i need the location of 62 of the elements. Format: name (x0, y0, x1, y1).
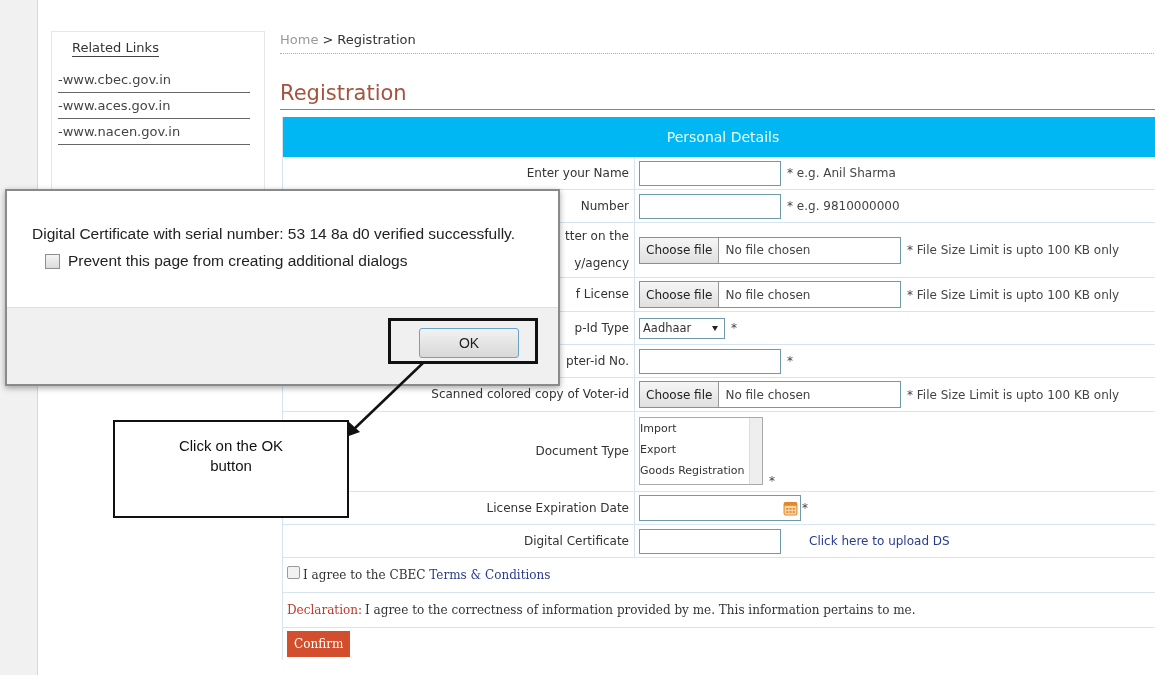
agreement-text: I agree to the CBEC Terms & Conditions (303, 568, 551, 582)
field-label: y/agency (574, 255, 629, 272)
input-field[interactable] (639, 160, 781, 186)
calendar-icon[interactable] (783, 500, 798, 516)
field-hint: * (802, 501, 808, 515)
file-status: No file chosen (724, 386, 812, 404)
input-field[interactable] (639, 528, 781, 554)
checkbox[interactable] (287, 566, 300, 579)
caret-icon (712, 325, 718, 331)
choose-file-button[interactable]: Choose file (640, 237, 720, 263)
file-field[interactable]: Choose file No file chosen (639, 236, 901, 264)
declaration-label: Declaration: (287, 603, 362, 617)
field-label: License Expiration Date (486, 499, 629, 517)
sidebar-link[interactable]: -www.cbec.gov.in (58, 67, 250, 93)
field-label: tter on the (565, 228, 629, 245)
field-hint: * e.g. Anil Sharma (787, 166, 896, 180)
id-type-dropdown[interactable]: Aadhaar (639, 317, 725, 339)
breadcrumb-current: Registration (337, 32, 416, 47)
field-label: Number (580, 197, 629, 215)
field-label: f License (575, 286, 629, 303)
field-hint: * File Size Limit is upto 100 KB only (907, 243, 1120, 257)
page-title: Registration (280, 81, 1155, 110)
ok-button[interactable]: OK (419, 328, 519, 358)
breadcrumb-separator: > (322, 32, 334, 47)
sidebar-link[interactable]: -www.nacen.gov.in (58, 119, 250, 145)
input-field[interactable] (639, 348, 781, 374)
field-label: Document Type (535, 443, 629, 460)
sidebar-link[interactable]: -www.aces.gov.in (58, 93, 250, 119)
terms-link[interactable]: Terms & Conditions (429, 568, 551, 582)
upload-link[interactable]: Click here to upload DS (809, 534, 950, 548)
file-field[interactable]: Choose file No file chosen (639, 281, 901, 308)
input-field[interactable] (639, 193, 781, 219)
list-option[interactable]: Import (640, 418, 749, 439)
list-option[interactable]: Export (640, 439, 749, 460)
section-header: Personal Details (283, 117, 1155, 157)
checkbox[interactable] (45, 253, 60, 269)
file-field[interactable]: Choose file No file chosen (639, 381, 901, 408)
file-status: No file chosen (724, 286, 812, 304)
field-label: p-Id Type (574, 319, 629, 337)
choose-file-button[interactable]: Choose file (640, 382, 720, 407)
dialog-message: Digital Certificate with serial number: 53 14 8a d0 verified successfully. (32, 225, 516, 243)
field-hint: * (769, 474, 775, 488)
field-label: Enter your Name (526, 164, 629, 182)
field-hint: * (787, 354, 793, 368)
confirm-button[interactable]: Confirm (287, 631, 351, 657)
document-type-list[interactable]: Import Export Goods Registration (639, 417, 763, 485)
callout-text: Click on the OK button (113, 420, 349, 518)
choose-file-button[interactable]: Choose file (640, 282, 720, 307)
list-option[interactable]: Goods Registration (640, 460, 749, 481)
field-hint: * e.g. 9810000000 (787, 199, 900, 213)
field-hint: * File Size Limit is upto 100 KB only (907, 287, 1120, 302)
field-hint: * File Size Limit is upto 100 KB only (907, 387, 1120, 402)
field-label: Digital Certificate (523, 532, 629, 550)
sidebar-title: Related Links (72, 40, 159, 57)
checkbox-label[interactable]: Prevent this page from creating additional dialogs (68, 252, 408, 270)
scrollbar[interactable] (749, 418, 762, 484)
date-field[interactable] (639, 495, 801, 521)
declaration-text: I agree to the correctness of information provided by me. This information pertains to me. (365, 603, 916, 617)
field-label: pter-id No. (566, 352, 629, 370)
file-status: No file chosen (724, 242, 812, 259)
field-label: Scanned colored copy of Voter-id (431, 386, 629, 403)
field-hint: * (731, 321, 737, 335)
